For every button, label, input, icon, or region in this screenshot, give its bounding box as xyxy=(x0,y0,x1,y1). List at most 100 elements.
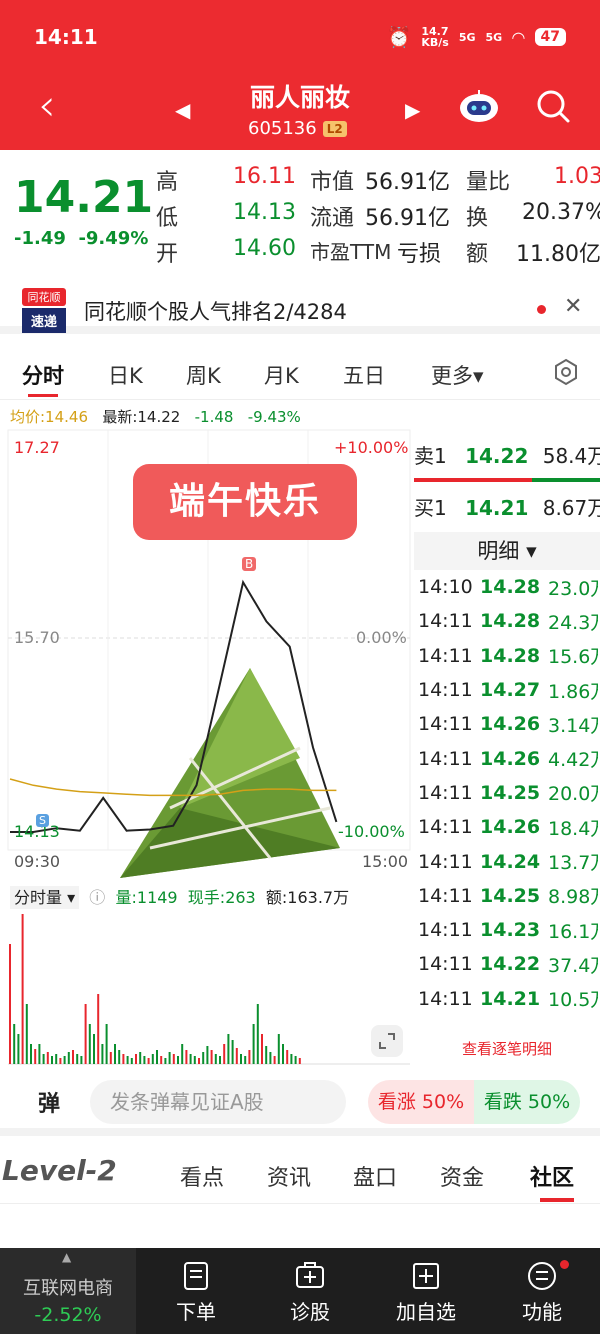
mcap-value: 56.91亿 xyxy=(365,170,450,195)
tab-funds[interactable]: 资金 xyxy=(440,1160,484,1192)
trade-vol: 13.7万 xyxy=(548,852,598,875)
bullish-vote-button[interactable]: 看涨 50% xyxy=(368,1080,474,1124)
trade-price: 14.24 xyxy=(480,850,541,873)
volume-bar xyxy=(219,1056,221,1064)
level2-tab[interactable]: Level-2 xyxy=(2,1154,117,1187)
search-icon[interactable] xyxy=(535,88,571,124)
volume-bar xyxy=(67,1052,70,1064)
volume-bar xyxy=(51,1056,53,1064)
tab-monthly-k[interactable]: 月K xyxy=(264,360,299,390)
high-value: 16.11 xyxy=(233,164,296,189)
next-stock-icon[interactable]: ▶ xyxy=(405,98,420,122)
tab-intraday[interactable]: 分时 xyxy=(22,360,64,390)
tab-weekly-k[interactable]: 周K xyxy=(186,360,221,390)
stock-name: 丽人丽妆 xyxy=(249,83,350,112)
help-icon[interactable]: ⓘ xyxy=(84,888,110,907)
chevron-left-icon[interactable]: ‹ xyxy=(38,84,56,128)
volume-bar xyxy=(59,1058,62,1064)
buy-ratio-bar xyxy=(532,478,600,482)
volume-bar xyxy=(17,1034,20,1064)
danmu-toggle[interactable]: 弹 xyxy=(38,1086,60,1118)
trade-vol: 23.0万 xyxy=(548,577,598,600)
high-label: 高 xyxy=(156,170,179,195)
trade-vol: 1.86万 xyxy=(548,680,598,703)
volume-bar xyxy=(25,1004,28,1064)
add-watchlist-button[interactable]: 加自选 xyxy=(376,1248,476,1334)
volume-bar xyxy=(265,1046,268,1064)
volume-info-row: 分时量 ▾ ⓘ 量:1149 现手:263 额:163.7万 xyxy=(10,884,350,909)
volume-bar xyxy=(126,1056,129,1064)
volume-bar xyxy=(214,1054,217,1064)
trade-price: 14.27 xyxy=(480,679,541,702)
volume-bar xyxy=(240,1054,242,1064)
volume-bar xyxy=(189,1054,192,1064)
volume-bar xyxy=(105,1024,108,1064)
close-icon[interactable]: ✕ xyxy=(564,294,582,319)
volume-bar xyxy=(256,1004,259,1064)
trade-vol: 37.4万 xyxy=(548,954,598,977)
volume-chart[interactable] xyxy=(0,908,412,1068)
sell-marker[interactable]: S xyxy=(36,814,49,827)
volume-selector[interactable]: 分时量 ▾ xyxy=(10,886,80,909)
robot-icon[interactable] xyxy=(458,88,500,124)
volume-bar xyxy=(160,1056,163,1064)
wifi-icon: ◠ xyxy=(512,27,525,47)
trade-list[interactable]: 14:10 14.28 23.0万 14:11 14.28 24.3万 14:11 14.28… xyxy=(418,570,598,1040)
open-label: 开 xyxy=(156,242,179,267)
volume-bar xyxy=(177,1056,179,1064)
bearish-vote-button[interactable]: 看跌 50% xyxy=(474,1080,580,1124)
volume-bar xyxy=(244,1056,247,1064)
volume-bar xyxy=(101,1044,104,1064)
trade-time: 14:11 xyxy=(418,816,473,839)
latest-price: 最新:14.22 xyxy=(102,408,181,426)
volume-bar xyxy=(72,1050,74,1064)
volume-bar xyxy=(282,1044,284,1064)
tab-orderbook[interactable]: 盘口 xyxy=(353,1160,397,1192)
tab-daily-k[interactable]: 日K xyxy=(108,360,143,390)
navbar: ‹ ◀ 丽人丽妆 605136 L2 ▶ xyxy=(0,74,600,144)
sector-name: 互联网电商 xyxy=(23,1278,113,1299)
volume-bar xyxy=(34,1049,37,1064)
trade-time: 14:11 xyxy=(418,953,473,976)
popularity-rank-bar[interactable]: 同花顺 速递 同花顺个股人气排名2/4284 ✕ xyxy=(0,284,600,334)
function-button[interactable]: 功能 xyxy=(492,1248,592,1334)
diagnose-button[interactable]: 诊股 xyxy=(260,1248,360,1334)
festival-banner[interactable]: 端午快乐 xyxy=(133,464,357,540)
volume-bar xyxy=(261,1034,263,1064)
tab-highlights[interactable]: 看点 xyxy=(180,1160,224,1192)
view-all-trades-link[interactable]: 查看逐笔明细 xyxy=(414,1038,600,1059)
order-button[interactable]: 下单 xyxy=(146,1248,246,1334)
pct-axis-mid: 0.00% xyxy=(356,628,407,647)
volume-amount: 额:163.7万 xyxy=(265,888,350,907)
sector-info[interactable]: ▲ 互联网电商 -2.52% xyxy=(0,1248,136,1334)
chart-info-row: 均价:14.46 最新:14.22 -1.48 -9.43% xyxy=(10,406,301,427)
volume-bar xyxy=(38,1044,41,1064)
pct-axis-bottom: -10.00% xyxy=(338,822,405,841)
trade-price: 14.26 xyxy=(480,747,541,770)
trade-row: 14:11 14.26 18.4万 xyxy=(418,810,598,844)
settings-icon[interactable] xyxy=(552,358,580,386)
level2-badge[interactable]: L2 xyxy=(322,120,347,137)
volume-bar xyxy=(118,1050,121,1064)
tab-community[interactable]: 社区 xyxy=(530,1160,574,1192)
tab-more[interactable]: 更多▾ xyxy=(431,360,484,390)
detail-dropdown[interactable]: 明细 ▾ xyxy=(414,532,600,570)
fullscreen-icon[interactable] xyxy=(370,1024,404,1058)
pe-label: 市盈TTM xyxy=(310,240,392,264)
tab-news[interactable]: 资讯 xyxy=(267,1160,311,1192)
buy-marker[interactable]: B xyxy=(242,557,257,571)
trade-row: 14:11 14.25 20.0万 xyxy=(418,776,598,810)
volume-bar xyxy=(139,1052,142,1064)
volume-bar xyxy=(248,1050,251,1064)
volume-bar xyxy=(109,1052,112,1064)
prev-stock-icon[interactable]: ◀ xyxy=(175,98,190,122)
danmu-input[interactable]: 发条弹幕见证A股 xyxy=(90,1080,346,1124)
volume-bar xyxy=(30,1044,32,1064)
volume-bar xyxy=(143,1056,146,1064)
bottom-nav: ▲ 互联网电商 -2.52% 下单 诊股 加自选 功能 xyxy=(0,1248,600,1334)
time-start: 09:30 xyxy=(14,852,61,871)
trade-time: 14:11 xyxy=(418,987,473,1010)
volume-bar xyxy=(76,1054,79,1064)
tab-five-day[interactable]: 五日 xyxy=(343,360,385,390)
trade-row: 14:11 14.26 4.42万 xyxy=(418,741,598,775)
